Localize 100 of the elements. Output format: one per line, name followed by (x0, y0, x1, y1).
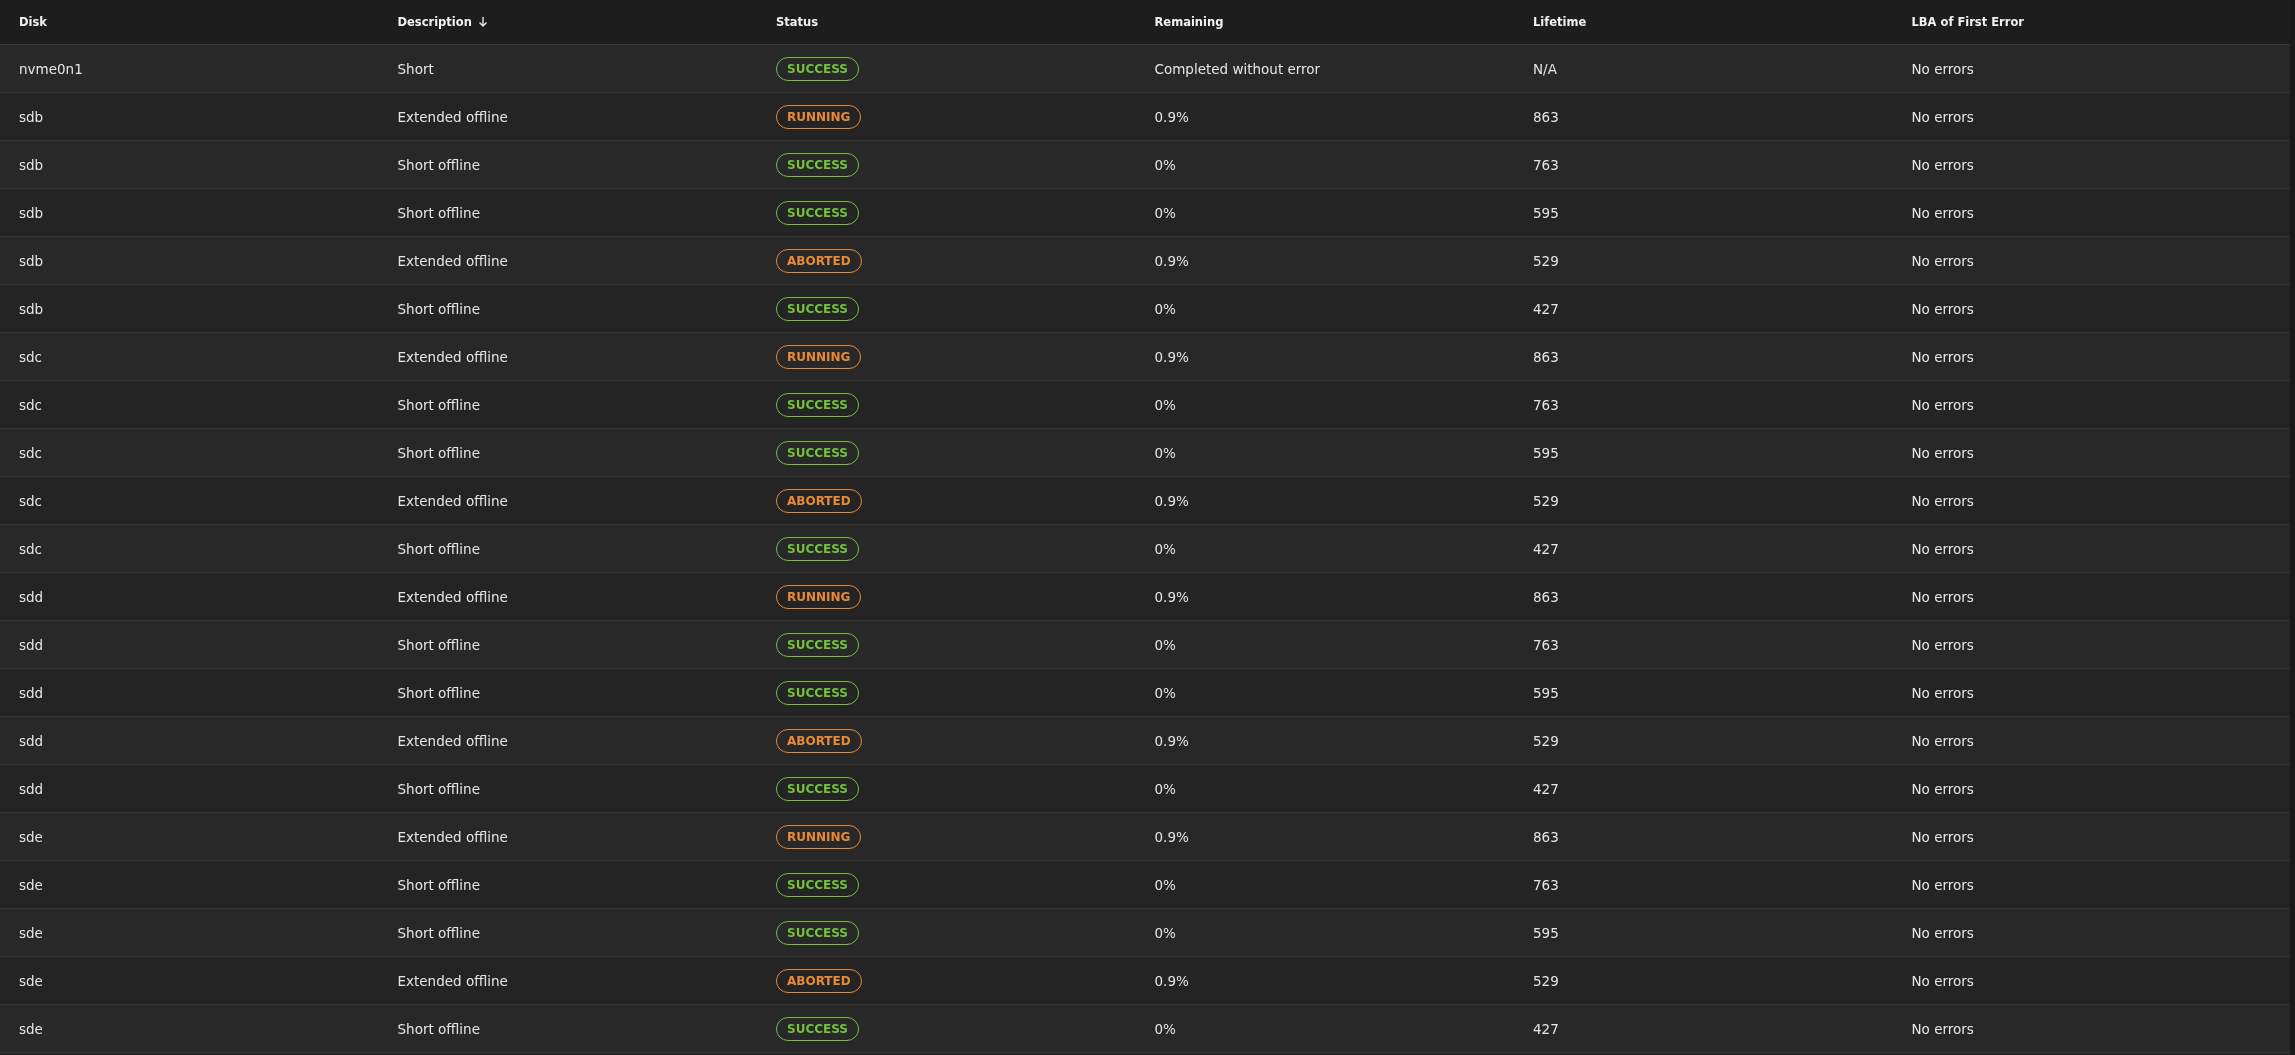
lba-cell: No errors (1911, 444, 1974, 461)
disk-cell: sdb (19, 156, 44, 173)
description-cell: Extended offline (397, 972, 508, 989)
remaining-cell: 0.9% (1154, 252, 1189, 269)
description-cell: Short offline (397, 924, 480, 941)
lifetime-cell: 529 (1533, 972, 1559, 989)
lba-cell: No errors (1911, 1020, 1974, 1037)
lba-cell: No errors (1911, 156, 1974, 173)
lifetime-cell: 427 (1533, 780, 1559, 797)
column-header[interactable]: Status (776, 15, 819, 29)
remaining-cell: 0.9% (1154, 108, 1189, 125)
description-cell: Extended offline (397, 828, 508, 845)
column-header[interactable]: Description (397, 15, 472, 29)
remaining-cell: 0% (1154, 540, 1176, 557)
disk-cell: sdd (19, 588, 44, 605)
lifetime-cell: 529 (1533, 732, 1559, 749)
lba-cell: No errors (1911, 108, 1974, 125)
remaining-cell: 0.9% (1154, 492, 1189, 509)
disk-cell: sde (19, 828, 43, 845)
remaining-cell: 0% (1154, 444, 1176, 461)
lba-cell: No errors (1911, 204, 1974, 221)
disk-cell: sdc (19, 492, 43, 509)
disk-cell: sdc (19, 444, 43, 461)
remaining-cell: 0% (1154, 300, 1176, 317)
disk-cell: sde (19, 972, 43, 989)
column-header[interactable]: LBA of First Error (1911, 15, 2024, 29)
description-cell: Short offline (397, 1020, 480, 1037)
description-cell: Extended offline (397, 252, 508, 269)
description-cell: Short offline (397, 396, 480, 413)
lba-cell: No errors (1911, 684, 1974, 701)
disk-cell: sdd (19, 780, 44, 797)
sort-arrow-icon[interactable] (477, 16, 488, 28)
remaining-cell: 0% (1154, 156, 1176, 173)
description-cell: Short offline (397, 300, 480, 317)
remaining-cell: 0% (1154, 396, 1176, 413)
lba-cell: No errors (1911, 60, 1974, 77)
disk-cell: sdc (19, 396, 43, 413)
description-cell: Short offline (397, 780, 480, 797)
lifetime-cell: 763 (1533, 396, 1559, 413)
lifetime-cell: 427 (1533, 300, 1559, 317)
description-cell: Extended offline (397, 588, 508, 605)
disk-cell: sdb (19, 252, 44, 269)
column-header[interactable]: Lifetime (1533, 15, 1587, 29)
column-header[interactable]: Disk (19, 15, 47, 29)
lba-cell: No errors (1911, 876, 1974, 893)
lba-cell: No errors (1911, 396, 1974, 413)
lifetime-cell: N/A (1533, 60, 1557, 77)
description-cell: Short offline (397, 540, 480, 557)
lifetime-cell: 427 (1533, 1020, 1559, 1037)
lba-cell: No errors (1911, 972, 1974, 989)
lba-cell: No errors (1911, 252, 1974, 269)
lifetime-cell: 863 (1533, 828, 1559, 845)
column-header[interactable]: Remaining (1154, 15, 1224, 29)
lba-cell: No errors (1911, 492, 1974, 509)
lifetime-cell: 529 (1533, 252, 1559, 269)
lba-cell: No errors (1911, 732, 1974, 749)
description-cell: Short (397, 60, 434, 77)
description-cell: Short offline (397, 636, 480, 653)
description-cell: Extended offline (397, 348, 508, 365)
disk-cell: sde (19, 924, 43, 941)
disk-cell: nvme0n1 (19, 60, 83, 77)
lifetime-cell: 863 (1533, 108, 1559, 125)
remaining-cell: 0.9% (1154, 828, 1189, 845)
remaining-cell: 0.9% (1154, 972, 1189, 989)
remaining-cell: 0% (1154, 876, 1176, 893)
lifetime-cell: 863 (1533, 348, 1559, 365)
lifetime-cell: 763 (1533, 876, 1559, 893)
lifetime-cell: 595 (1533, 204, 1559, 221)
lba-cell: No errors (1911, 636, 1974, 653)
lba-cell: No errors (1911, 348, 1974, 365)
disk-cell: sdc (19, 348, 43, 365)
remaining-cell: 0% (1154, 636, 1176, 653)
description-cell: Extended offline (397, 108, 508, 125)
disk-cell: sdb (19, 204, 44, 221)
disk-cell: sde (19, 876, 43, 893)
lifetime-cell: 529 (1533, 492, 1559, 509)
disk-cell: sdc (19, 540, 43, 557)
description-cell: Short offline (397, 204, 480, 221)
disk-cell: sdd (19, 636, 44, 653)
remaining-cell: Completed without error (1154, 60, 1321, 77)
disk-cell: sdd (19, 732, 44, 749)
remaining-cell: 0% (1154, 924, 1176, 941)
lifetime-cell: 595 (1533, 924, 1559, 941)
lba-cell: No errors (1911, 588, 1974, 605)
remaining-cell: 0% (1154, 780, 1176, 797)
remaining-cell: 0.9% (1154, 588, 1189, 605)
lifetime-cell: 427 (1533, 540, 1559, 557)
lifetime-cell: 763 (1533, 156, 1559, 173)
lba-cell: No errors (1911, 540, 1974, 557)
lifetime-cell: 595 (1533, 444, 1559, 461)
lifetime-cell: 763 (1533, 636, 1559, 653)
disk-cell: sdd (19, 684, 44, 701)
disk-cell: sdb (19, 300, 44, 317)
description-cell: Short offline (397, 156, 480, 173)
lba-cell: No errors (1911, 300, 1974, 317)
lba-cell: No errors (1911, 780, 1974, 797)
description-cell: Extended offline (397, 732, 508, 749)
remaining-cell: 0% (1154, 684, 1176, 701)
disk-cell: sdb (19, 108, 44, 125)
remaining-cell: 0.9% (1154, 732, 1189, 749)
